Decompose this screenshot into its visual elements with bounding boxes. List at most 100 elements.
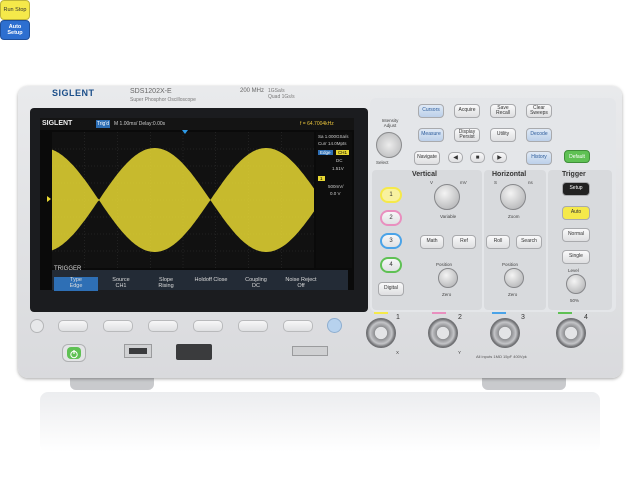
ch1-offset: 0.0 V	[330, 191, 341, 196]
fifty-percent-label: 50%	[570, 298, 580, 303]
trigger-normal-button[interactable]: Normal	[562, 228, 590, 242]
roll-button[interactable]: Roll	[486, 235, 510, 249]
digital-button[interactable]: Digital	[378, 282, 404, 296]
ch3-color-strip	[492, 312, 506, 314]
ch3-button[interactable]: 3	[380, 233, 402, 249]
menu-off-button[interactable]	[30, 319, 44, 333]
power-button[interactable]	[67, 347, 81, 359]
display-persist-button[interactable]: Display Persist	[454, 128, 480, 142]
decode-button[interactable]: Decode	[526, 128, 552, 142]
waveform-svg	[52, 132, 314, 268]
sample-rate: Sa 1.000GSa/s	[318, 134, 349, 139]
vertical-position-knob[interactable]	[438, 268, 458, 288]
menu-item-source[interactable]: Source CH1	[99, 277, 143, 291]
brand-logo: SIGLENT	[52, 88, 95, 98]
trigger-title: Trigger	[562, 171, 586, 178]
menu-on-button[interactable]	[327, 318, 342, 333]
variable-label: Variable	[440, 214, 457, 219]
softkey-6[interactable]	[283, 320, 313, 332]
vertical-zero-label: Zero	[442, 292, 452, 297]
intensity-label: Intensity Adjust	[381, 118, 399, 128]
vertical-title: Vertical	[412, 171, 437, 178]
softkey-4[interactable]	[193, 320, 223, 332]
softkey-2[interactable]	[103, 320, 133, 332]
mv-label: mV	[460, 180, 467, 185]
nav-stop-button[interactable]: ■	[470, 152, 485, 163]
softkey-3[interactable]	[148, 320, 178, 332]
ch1-marker-icon	[47, 196, 51, 202]
usb-port-slot	[129, 348, 147, 354]
ch1-input-label: 1	[396, 314, 400, 321]
ch2-bnc-connector[interactable]	[428, 318, 458, 348]
trigger-auto-button[interactable]: Auto	[562, 206, 590, 220]
auto-setup-button[interactable]: Auto Setup	[0, 20, 30, 40]
ch4-input-label: 4	[584, 314, 588, 321]
acquire-button[interactable]: Acquire	[454, 104, 480, 118]
run-stop-button[interactable]: Run Stop	[0, 0, 30, 20]
save-recall-button[interactable]: Save Recall	[490, 104, 516, 118]
level-label: Level	[568, 268, 579, 273]
ch4-button[interactable]: 4	[380, 257, 402, 273]
ch1-bnc-connector[interactable]	[366, 318, 396, 348]
clear-sweeps-button[interactable]: Clear Sweeps	[526, 104, 552, 118]
bandwidth-label: 200 MHz	[240, 88, 265, 94]
trigger-level-knob[interactable]	[566, 274, 586, 294]
cursors-button[interactable]: Cursors	[418, 104, 444, 118]
menu-title: TRIGGER	[54, 266, 82, 272]
ch3-bnc-connector[interactable]	[490, 318, 520, 348]
menu-item-noise-reject[interactable]: Noise Reject Off	[279, 277, 323, 291]
math-button[interactable]: Math	[420, 235, 444, 249]
waveform-area	[52, 132, 314, 268]
s-label: S	[494, 180, 498, 185]
history-button[interactable]: History	[526, 151, 552, 165]
timebase-readout: M 1.00ms/ Delay:0.00s	[114, 121, 166, 127]
zoom-label: Zoom	[508, 214, 520, 219]
stop-icon: ■	[475, 155, 480, 161]
ch1-color-strip	[374, 312, 388, 314]
ref-button[interactable]: Ref	[452, 235, 476, 249]
default-button[interactable]: Default	[564, 150, 590, 163]
trigger-position-icon	[182, 130, 188, 134]
arrow-right-icon: ▶	[497, 155, 502, 161]
trigger-level: 1.51V	[332, 166, 344, 171]
menu-item-type[interactable]: Type Edge	[54, 277, 98, 291]
ch1-button[interactable]: 1	[380, 187, 402, 203]
trigger-type: Edge	[318, 150, 333, 155]
arrow-left-icon: ◀	[453, 155, 458, 161]
probe-comp-terminal[interactable]	[292, 346, 328, 356]
nav-right-button[interactable]: ▶	[492, 152, 507, 163]
usb-device-port[interactable]	[176, 344, 212, 360]
navigate-button[interactable]: Navigate	[414, 151, 440, 165]
trigger-single-button[interactable]: Single	[562, 250, 590, 264]
nav-left-button[interactable]: ◀	[448, 152, 463, 163]
trigger-coupling: DC	[336, 158, 343, 163]
y-input-label: Y	[458, 350, 462, 355]
softkey-5[interactable]	[238, 320, 268, 332]
ch2-button[interactable]: 2	[380, 210, 402, 226]
horizontal-position-knob[interactable]	[504, 268, 524, 288]
model-subtitle: Super Phosphor Oscilloscope	[130, 97, 196, 103]
ch1-tag: 1	[318, 176, 325, 181]
volts-div-knob[interactable]	[434, 184, 460, 210]
ch4-bnc-connector[interactable]	[556, 318, 586, 348]
x-input-label: X	[396, 350, 400, 355]
ns-label: ns	[528, 180, 533, 185]
utility-button[interactable]: Utility	[490, 128, 516, 142]
search-button[interactable]: Search	[516, 235, 542, 249]
horizontal-zero-label: Zero	[508, 292, 518, 297]
menu-item-slope[interactable]: Slope Rising	[144, 277, 188, 291]
select-label: Select	[376, 160, 389, 165]
measure-button[interactable]: Measure	[418, 128, 444, 142]
v-label: V	[430, 180, 434, 185]
ch2-input-label: 2	[458, 314, 462, 321]
horizontal-title: Horizontal	[492, 171, 527, 178]
intensity-knob[interactable]	[376, 132, 402, 158]
ch1-scale: 500mV/	[328, 184, 344, 189]
trigger-setup-button[interactable]: Setup	[562, 182, 590, 196]
menu-item-holdoff[interactable]: Holdoff Close	[189, 277, 233, 291]
input-rating-label: All inputs 1MΩ 15pF 400Vpk	[476, 354, 527, 359]
menu-item-coupling[interactable]: Coupling DC	[234, 277, 278, 291]
horizontal-position-label: Position	[502, 262, 519, 267]
time-div-knob[interactable]	[500, 184, 526, 210]
softkey-1[interactable]	[58, 320, 88, 332]
